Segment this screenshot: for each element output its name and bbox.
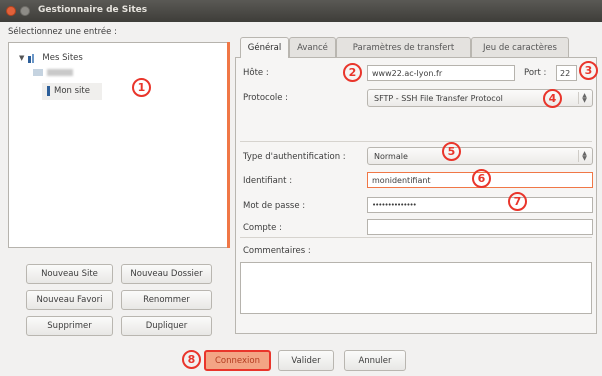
tree-item-label: Mon site: [54, 86, 90, 96]
cancel-button[interactable]: Annuler: [344, 350, 406, 371]
annotation-marker-5: 5: [442, 142, 461, 161]
rename-button[interactable]: Renommer: [121, 290, 212, 310]
delete-button[interactable]: Supprimer: [26, 316, 113, 336]
protocol-value: SFTP - SSH File Transfer Protocol: [374, 93, 503, 103]
annotation-marker-4: 4: [543, 89, 562, 108]
annotation-marker-3: 3: [579, 61, 598, 80]
annotation-marker-7: 7: [508, 192, 527, 211]
tab-general[interactable]: Général: [240, 37, 289, 58]
window-title: Gestionnaire de Sites: [38, 5, 148, 15]
separator: [240, 237, 592, 238]
site-icon: [47, 86, 50, 96]
protocol-label: Protocole :: [243, 93, 289, 103]
minimize-window-icon[interactable]: [20, 6, 30, 16]
blurred-folder-name: [47, 69, 73, 76]
auth-type-select[interactable]: Normale ▲ ▼: [367, 147, 593, 165]
annotation-marker-8: 8: [182, 350, 201, 369]
auth-type-value: Normale: [374, 151, 408, 161]
connect-button[interactable]: Connexion: [204, 350, 271, 371]
close-window-icon[interactable]: [6, 6, 16, 16]
port-label: Port :: [524, 68, 547, 78]
duplicate-button[interactable]: Dupliquer: [121, 316, 212, 336]
port-field[interactable]: 22: [556, 65, 577, 81]
annotation-marker-1: 1: [132, 78, 151, 97]
new-favorite-button[interactable]: Nouveau Favori: [26, 290, 113, 310]
host-field[interactable]: www22.ac-lyon.fr: [367, 65, 515, 81]
annotation-marker-2: 2: [343, 63, 362, 82]
new-folder-button[interactable]: Nouveau Dossier: [121, 264, 212, 284]
separator: [240, 141, 592, 142]
tree-item-mon-site[interactable]: Mon site: [47, 86, 90, 96]
tree-root-row[interactable]: ▼ Mes Sites: [19, 53, 83, 63]
host-label: Hôte :: [243, 68, 269, 78]
account-label: Compte :: [243, 223, 282, 233]
site-tree[interactable]: ▼ Mes Sites: [8, 42, 230, 248]
sites-folder-icon: [28, 53, 35, 63]
comments-textarea[interactable]: [240, 262, 592, 314]
title-bar: Gestionnaire de Sites: [0, 0, 602, 22]
tab-advanced[interactable]: Avancé: [289, 37, 336, 57]
validate-button[interactable]: Valider: [278, 350, 334, 371]
username-label: Identifiant :: [243, 176, 293, 186]
annotation-marker-6: 6: [472, 169, 491, 188]
comments-label: Commentaires :: [243, 246, 311, 256]
chevron-updown-icon: ▲ ▼: [578, 92, 590, 104]
new-site-button[interactable]: Nouveau Site: [26, 264, 113, 284]
password-label: Mot de passe :: [243, 201, 306, 211]
tree-hidden-folder-row[interactable]: [33, 69, 73, 76]
focus-indicator-bar: [227, 42, 230, 248]
password-field[interactable]: ••••••••••••••: [367, 197, 593, 213]
account-field[interactable]: [367, 219, 593, 235]
folder-icon: [33, 69, 43, 76]
chevron-updown-icon: ▲ ▼: [578, 150, 590, 162]
select-entry-label: Sélectionnez une entrée :: [8, 27, 117, 37]
tab-transfer-settings[interactable]: Paramètres de transfert: [336, 37, 471, 57]
expand-arrow-icon[interactable]: ▼: [19, 54, 24, 62]
tree-root-label: Mes Sites: [42, 53, 83, 63]
tab-charset[interactable]: Jeu de caractères: [471, 37, 569, 57]
auth-type-label: Type d'authentification :: [243, 152, 346, 162]
